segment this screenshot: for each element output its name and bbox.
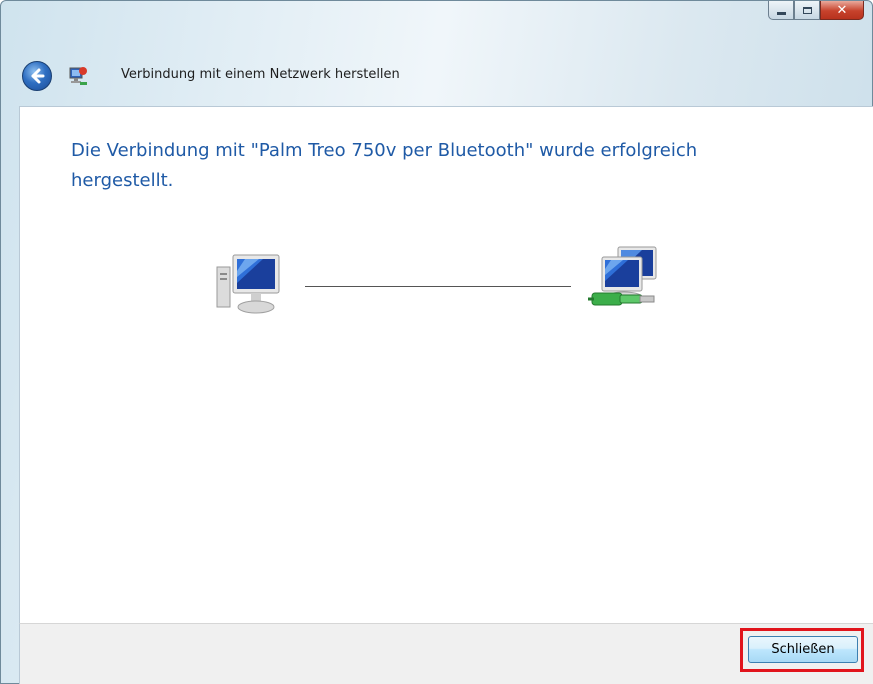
- maximize-icon: [802, 6, 812, 14]
- computer-icon: [216, 254, 280, 314]
- back-arrow-icon: [31, 68, 45, 84]
- close-icon: ✕: [836, 2, 848, 18]
- maximize-button[interactable]: [794, 1, 820, 20]
- network-connection-icon: [69, 67, 87, 85]
- minimize-icon: [776, 11, 786, 15]
- close-window-button[interactable]: ✕: [820, 1, 864, 20]
- back-button[interactable]: [22, 61, 52, 91]
- network-icon: [588, 246, 657, 306]
- close-button[interactable]: Schließen: [748, 636, 858, 663]
- caption-buttons: ✕: [768, 1, 864, 20]
- content-panel: Die Verbindung mit "Palm Treo 750v per B…: [19, 106, 873, 623]
- connection-line: [305, 286, 571, 287]
- success-message: Die Verbindung mit "Palm Treo 750v per B…: [71, 140, 698, 191]
- minimize-button[interactable]: [768, 1, 794, 20]
- window-title: Verbindung mit einem Netzwerk herstellen: [121, 67, 400, 82]
